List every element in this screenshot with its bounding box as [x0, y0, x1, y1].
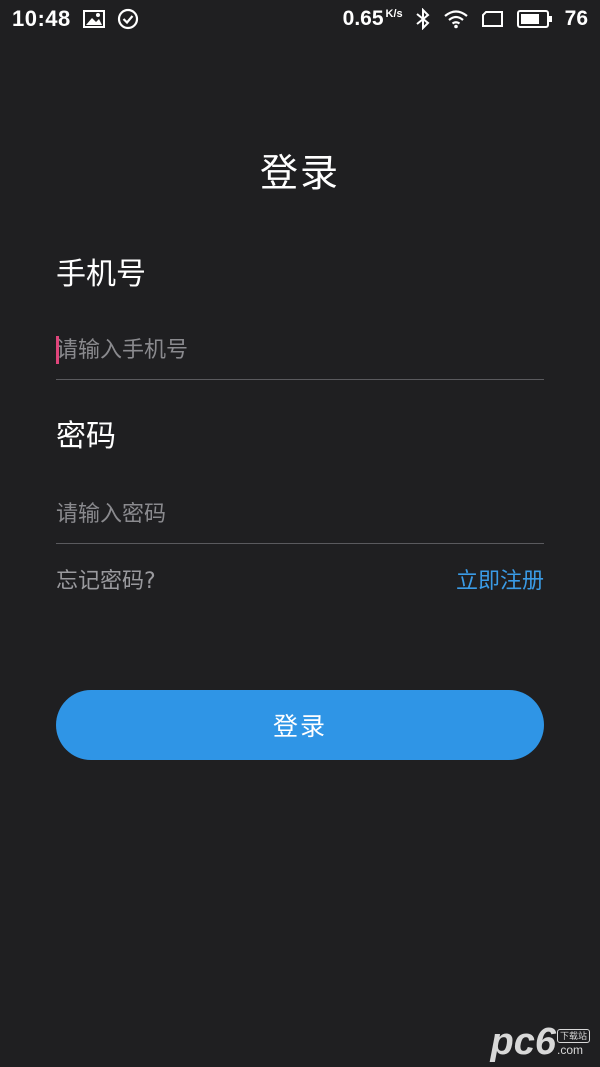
bluetooth-icon — [415, 8, 431, 30]
status-bar: 10:48 0.65 K/s 76 — [0, 0, 600, 38]
phone-label: 手机号 — [56, 257, 146, 292]
network-speed-value: 0.65 — [342, 7, 384, 30]
battery-icon — [516, 10, 553, 28]
password-input[interactable] — [56, 494, 544, 534]
watermark-badge: 下载站 — [556, 1029, 590, 1043]
screen-icon — [481, 10, 505, 28]
phone-field-wrapper — [56, 330, 544, 380]
wifi-icon — [443, 9, 469, 29]
phone-input[interactable] — [56, 330, 544, 370]
text-cursor — [56, 336, 59, 364]
check-circle-icon — [117, 8, 139, 30]
network-speed: 0.65 K/s — [343, 7, 403, 31]
status-left: 10:48 — [12, 6, 139, 32]
password-field-wrapper — [56, 494, 544, 544]
status-right: 0.65 K/s 76 — [343, 7, 588, 31]
network-speed-unit: K/s — [385, 8, 403, 20]
page-title: 登录 — [259, 151, 340, 195]
image-icon — [82, 10, 105, 28]
status-time: 10:48 — [12, 6, 71, 31]
register-link[interactable]: 立即注册 — [456, 563, 544, 595]
watermark-brand: pc6 — [490, 1021, 556, 1063]
password-label: 密码 — [56, 419, 116, 454]
battery-level: 76 — [564, 7, 588, 30]
watermark-side: 下载站 .com — [556, 1029, 590, 1057]
watermark-logo: pc6 下载站 .com — [490, 1021, 590, 1063]
login-button[interactable]: 登录 — [56, 690, 544, 760]
forgot-password-link[interactable]: 忘记密码? — [56, 563, 156, 595]
watermark-domain: .com — [556, 1043, 583, 1057]
